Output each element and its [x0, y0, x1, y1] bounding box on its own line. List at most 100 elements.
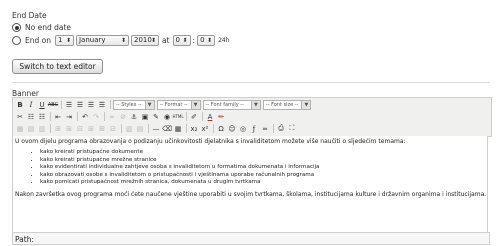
list-item: kako kreirati pristupačne dokumente	[40, 149, 487, 157]
minute-select[interactable]: 0 ⬍	[197, 35, 216, 46]
horizontal-rule-icon[interactable]: —	[151, 124, 161, 134]
toolbar-separator	[121, 124, 122, 133]
end-on-radio[interactable]	[12, 36, 21, 45]
unlink-icon[interactable]: ⊘	[118, 112, 128, 122]
table-cell-props-icon[interactable]: ▥	[37, 124, 47, 134]
align-justify-icon[interactable]: ☰	[97, 100, 107, 110]
strikethrough-icon[interactable]: ABC	[48, 100, 58, 110]
month-value: January	[78, 36, 106, 44]
subscript-icon[interactable]: x₂	[189, 124, 199, 134]
path-bar: Path:	[12, 232, 490, 245]
time-separator: :	[192, 36, 196, 45]
outro-paragraph: Nakon završetka ovog programa moći ćete …	[15, 190, 487, 198]
print-icon[interactable]: ⎙	[276, 124, 286, 134]
table-row-props-icon[interactable]: ▤	[26, 124, 36, 134]
toolbar-separator	[202, 112, 203, 121]
month-select[interactable]: January ⬍	[75, 35, 129, 46]
underline-icon[interactable]: U	[37, 100, 47, 110]
help-icon[interactable]: ◉	[162, 112, 172, 122]
at-label: at	[161, 36, 170, 45]
toolbar-separator	[61, 100, 62, 109]
chevron-down-icon: ▼	[301, 100, 311, 109]
unordered-list-icon[interactable]: ☷	[26, 112, 36, 122]
chevron-updown-icon: ⬍	[207, 37, 213, 44]
styles-dropdown[interactable]: -- Styles -- ▼	[113, 99, 155, 110]
insert-col-after-icon[interactable]: ⊞	[97, 124, 107, 134]
font-family-dropdown-label: -- Font family --	[205, 101, 244, 108]
outdent-icon[interactable]: ⇤	[53, 112, 63, 122]
split-cells-icon[interactable]: ▥	[124, 124, 134, 134]
delete-row-icon[interactable]: ⊟	[75, 124, 85, 134]
flash-icon[interactable]: ƒ	[249, 124, 259, 134]
no-end-date-label: No end date	[25, 23, 72, 32]
align-center-icon[interactable]: ☰	[75, 100, 85, 110]
path-label: Path:	[15, 235, 35, 244]
toolbar-separator	[273, 124, 274, 133]
chevron-down-icon: ▼	[250, 100, 260, 109]
no-end-date-option[interactable]: No end date	[12, 23, 71, 32]
special-char-icon[interactable]: Ω	[216, 124, 226, 134]
divider	[12, 82, 490, 83]
minute-value: 0	[200, 36, 205, 44]
chevron-down-icon: ▼	[190, 100, 200, 109]
editor-toolbar: B I U ABC ☰ ☰ ☰ ☰ -- Styles -- ▼ -- Forma…	[12, 97, 492, 137]
insert-row-after-icon[interactable]: ⊞	[64, 124, 74, 134]
insert-col-before-icon[interactable]: ⊞	[86, 124, 96, 134]
remove-format-icon[interactable]: ⌫	[162, 124, 172, 134]
font-size-dropdown-label: -- Font size --	[265, 101, 299, 108]
bold-icon[interactable]: B	[15, 100, 25, 110]
insert-row-before-icon[interactable]: ⊞	[53, 124, 63, 134]
year-value: 2010	[133, 36, 152, 44]
align-right-icon[interactable]: ☰	[86, 100, 96, 110]
cut-icon[interactable]: ✂	[15, 112, 25, 122]
year-select[interactable]: 2010 ⬍	[130, 35, 159, 46]
indent-icon[interactable]: ⇥	[64, 112, 74, 122]
list-item: kako kreirati pristupačne mrežne stranic…	[40, 157, 487, 165]
editor-content[interactable]: U ovom dijelu programa obrazovanja o pod…	[12, 136, 488, 232]
media-icon[interactable]: ◎	[238, 124, 248, 134]
visual-aid-icon[interactable]: ▦	[173, 124, 183, 134]
end-date-title: End Date	[12, 11, 47, 20]
font-size-dropdown[interactable]: -- Font size -- ▼	[262, 99, 312, 110]
hour-value: 0	[175, 36, 180, 44]
hour-select[interactable]: 0 ⬍	[172, 35, 191, 46]
redo-icon[interactable]: ↷	[91, 112, 101, 122]
format-dropdown[interactable]: -- Format -- ▼	[156, 99, 201, 110]
day-select[interactable]: 1 ⬍	[54, 35, 74, 46]
end-on-row: End on 1 ⬍ January ⬍ 2010 ⬍ at 0 ⬍ : 0 ⬍ 24h	[12, 35, 230, 46]
undo-icon[interactable]: ↶	[80, 112, 90, 122]
background-color-icon[interactable]: ✏	[216, 112, 226, 122]
toolbar-separator	[186, 124, 187, 133]
toolbar-row-3: ▦ ▤ ▥ ⊞ ⊞ ⊟ ⊞ ⊞ ⊟ ▥ ▤ — ⌫ ▦ x₂ x² Ω ☺ ◎ …	[15, 123, 298, 134]
chevron-updown-icon: ⬍	[150, 37, 156, 44]
list-item: kako pomicati pristupačnost mrežnih stra…	[40, 179, 487, 187]
edit-css-icon[interactable]: ✐	[189, 112, 199, 122]
anchor-icon[interactable]: ⚓	[129, 112, 139, 122]
text-color-icon[interactable]: A	[205, 112, 215, 122]
link-icon[interactable]: ∞	[107, 112, 117, 122]
merge-cells-icon[interactable]: ▤	[135, 124, 145, 134]
superscript-icon[interactable]: x²	[200, 124, 210, 134]
emoticon-icon[interactable]: ☺	[227, 124, 237, 134]
toolbar-separator	[186, 112, 187, 121]
switch-to-text-editor-button[interactable]: Switch to text editor	[12, 59, 103, 74]
end-on-label: End on	[25, 36, 51, 45]
align-left-icon[interactable]: ☰	[64, 100, 74, 110]
image-icon[interactable]: ▣	[140, 112, 150, 122]
toolbar-separator	[213, 124, 214, 133]
table-icon[interactable]: ▦	[15, 124, 25, 134]
no-end-date-radio[interactable]	[12, 23, 21, 32]
toolbar-row-2: ✂ ☷ ☷ ⇤ ⇥ ↶ ↷ ∞ ⊘ ⚓ ▣ ✎ ◉ HTML ✐ A ✏	[15, 111, 227, 122]
chevron-updown-icon: ⬍	[120, 37, 126, 44]
html-icon[interactable]: HTML	[172, 112, 183, 122]
toolbar-row-1: B I U ABC ☰ ☰ ☰ ☰ -- Styles -- ▼ -- Forma…	[15, 99, 313, 110]
toolbar-separator	[148, 124, 149, 133]
page-break-icon[interactable]: ═	[260, 124, 270, 134]
fullscreen-icon[interactable]: ⛶	[287, 124, 297, 134]
font-family-dropdown[interactable]: -- Font family -- ▼	[202, 99, 261, 110]
delete-col-icon[interactable]: ⊟	[108, 124, 118, 134]
cleanup-icon[interactable]: ✎	[151, 112, 161, 122]
toolbar-separator	[77, 112, 78, 121]
ordered-list-icon[interactable]: ☷	[37, 112, 47, 122]
italic-icon[interactable]: I	[26, 100, 36, 110]
